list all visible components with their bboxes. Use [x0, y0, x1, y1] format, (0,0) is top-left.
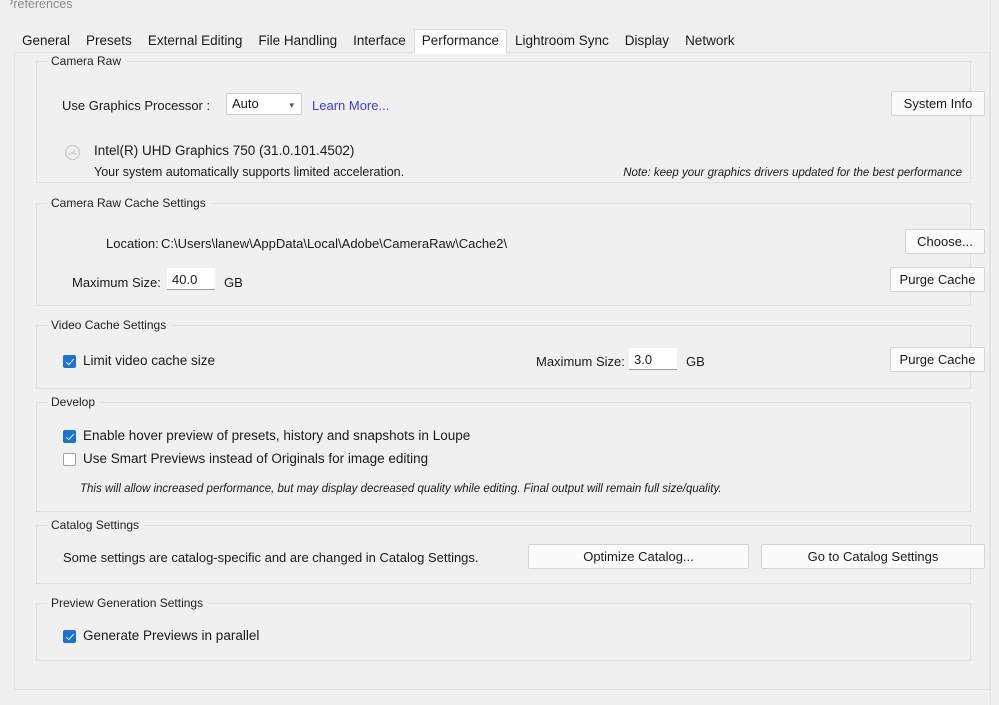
group-camera-raw-cache: Camera Raw Cache Settings Location: C:\U…: [36, 196, 985, 306]
hover-preview-checkbox[interactable]: [63, 429, 76, 443]
tab-interface[interactable]: Interface: [345, 29, 414, 54]
tab-network[interactable]: Network: [677, 29, 743, 54]
graphics-processor-select[interactable]: Auto: [226, 93, 302, 115]
group-catalog-settings-legend: Catalog Settings: [47, 518, 145, 532]
tab-lightroom-sync[interactable]: Lightroom Sync: [507, 29, 617, 54]
tab-performance[interactable]: Performance: [413, 29, 507, 54]
limit-video-cache-label: Limit video cache size: [83, 353, 216, 368]
limit-video-cache-checkbox-row[interactable]: Limit video cache size: [63, 353, 215, 369]
group-preview-generation-legend: Preview Generation Settings: [47, 596, 209, 610]
smart-previews-checkbox[interactable]: [63, 452, 76, 466]
group-develop: Develop Enable hover preview of presets,…: [36, 395, 971, 512]
cache-location-label: Location:: [106, 236, 159, 251]
goto-catalog-settings-button[interactable]: Go to Catalog Settings: [761, 544, 985, 569]
generate-previews-parallel-label: Generate Previews in parallel: [83, 628, 260, 643]
smart-previews-note: This will allow increased performance, b…: [80, 483, 722, 495]
window-frame-right: [990, 0, 999, 705]
tab-external-editing[interactable]: External Editing: [140, 29, 251, 54]
group-camera-raw: Camera Raw Use Graphics Processor : Auto…: [36, 54, 985, 183]
gpu-name-label: Intel(R) UHD Graphics 750 (31.0.101.4502…: [94, 143, 355, 158]
purge-camera-raw-cache-button[interactable]: Purge Cache: [890, 267, 985, 292]
video-cache-max-size-input[interactable]: [629, 348, 677, 370]
learn-more-link[interactable]: Learn More...: [312, 98, 389, 114]
group-develop-legend: Develop: [47, 395, 101, 409]
smart-previews-checkbox-row[interactable]: Use Smart Previews instead of Originals …: [63, 451, 428, 467]
hover-preview-checkbox-row[interactable]: Enable hover preview of presets, history…: [63, 428, 470, 444]
tab-general[interactable]: General: [14, 29, 78, 54]
optimize-catalog-button[interactable]: Optimize Catalog...: [528, 544, 749, 569]
use-graphics-processor-label: Use Graphics Processor :: [62, 98, 211, 113]
gpu-status-label: Your system automatically supports limit…: [94, 165, 405, 179]
performance-panel: Camera Raw Use Graphics Processor : Auto…: [14, 53, 990, 690]
group-camera-raw-legend: Camera Raw: [47, 54, 127, 68]
cache-location-value: C:\Users\lanew\AppData\Local\Adobe\Camer…: [161, 236, 508, 251]
smart-previews-label: Use Smart Previews instead of Originals …: [83, 451, 429, 466]
group-video-cache: Video Cache Settings Limit video cache s…: [36, 318, 985, 389]
driver-note-label: Note: keep your graphics drivers updated…: [623, 167, 962, 179]
preferences-window: Preferences General Presets External Editi…: [0, 0, 999, 705]
video-cache-max-size-unit: GB: [686, 354, 705, 369]
limit-video-cache-checkbox[interactable]: [63, 354, 76, 368]
group-preview-generation: Preview Generation Settings Generate Pre…: [36, 596, 971, 661]
cache-max-size-label: Maximum Size:: [72, 275, 161, 290]
choose-cache-location-button[interactable]: Choose...: [905, 229, 985, 254]
generate-previews-parallel-checkbox[interactable]: [63, 629, 76, 643]
tab-display[interactable]: Display: [617, 29, 677, 54]
cache-max-size-unit: GB: [224, 275, 243, 290]
tab-file-handling[interactable]: File Handling: [250, 29, 345, 54]
group-camera-raw-cache-legend: Camera Raw Cache Settings: [47, 196, 211, 210]
group-catalog-settings: Catalog Settings Some settings are catal…: [36, 518, 985, 584]
gpu-gauge-icon: [64, 144, 81, 161]
window-title: Preferences: [5, 0, 73, 11]
hover-preview-label: Enable hover preview of presets, history…: [83, 428, 471, 443]
preferences-tabstrip: General Presets External Editing File Handl…: [14, 29, 990, 54]
generate-previews-parallel-checkbox-row[interactable]: Generate Previews in parallel: [63, 628, 259, 644]
tab-presets[interactable]: Presets: [78, 29, 140, 54]
system-info-button[interactable]: System Info: [891, 91, 985, 116]
catalog-description-label: Some settings are catalog-specific and a…: [63, 550, 479, 565]
video-cache-max-size-label: Maximum Size:: [536, 354, 625, 369]
cache-max-size-input[interactable]: [167, 268, 215, 290]
group-video-cache-legend: Video Cache Settings: [47, 318, 172, 332]
window-frame-left: [0, 0, 10, 705]
window-titlebar: Preferences: [0, 0, 999, 14]
graphics-processor-select-wrap: Auto ▾: [226, 93, 302, 115]
purge-video-cache-button[interactable]: Purge Cache: [890, 347, 985, 372]
